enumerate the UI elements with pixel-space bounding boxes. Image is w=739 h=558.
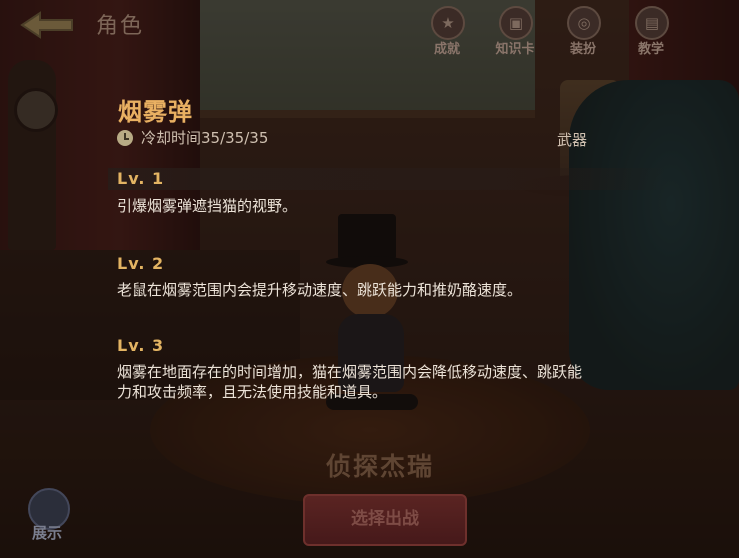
outfit-icon: ◎ [567, 6, 601, 40]
tutorial-button[interactable]: ▤ 教学 [622, 6, 680, 60]
back-arrow-icon [20, 11, 73, 39]
cooldown-row: 冷却时间35/35/35 [117, 127, 268, 148]
level-1-label: Lv. 1 [117, 169, 165, 188]
knowledge-card-icon: ▣ [499, 6, 533, 40]
show-label: 展示 [31, 524, 62, 542]
tutorial-icon: ▤ [635, 6, 669, 40]
cooldown-text: 冷却时间35/35/35 [141, 129, 269, 147]
achievement-button[interactable]: ★ 成就 [418, 6, 476, 60]
skill-type: 武器 [557, 131, 588, 149]
outfit-button[interactable]: ◎ 装扮 [554, 6, 612, 60]
knowledge-card-button[interactable]: ▣ 知识卡 [486, 6, 544, 60]
top-nav: ★ 成就 ▣ 知识卡 ◎ 装扮 ▤ 教学 [418, 6, 680, 60]
outfit-label: 装扮 [569, 42, 596, 57]
show-button[interactable]: 展示 [25, 488, 70, 544]
back-button[interactable] [18, 10, 76, 40]
clock-icon [117, 129, 133, 146]
level-2-label: Lv. 2 [117, 254, 165, 273]
page-title: 角色 [96, 14, 145, 39]
level-1-bar [108, 168, 668, 190]
level-2-desc: 老鼠在烟雾范围内会提升移动速度、跳跃能力和推奶酪速度。 [117, 281, 523, 299]
achievement-label: 成就 [433, 42, 460, 57]
skill-name: 烟雾弹 [118, 98, 193, 126]
character-name: 侦探杰瑞 [326, 452, 435, 481]
tutorial-label: 教学 [637, 42, 664, 57]
level-3-desc: 烟雾在地面存在的时间增加，猫在烟雾范围内会降低移动速度、跳跃能力和攻击频率，且无… [117, 363, 583, 401]
select-battle-button[interactable]: 选择出战 [303, 494, 467, 546]
knowledge-card-label: 知识卡 [495, 42, 535, 57]
level-1-desc: 引爆烟雾弹遮挡猫的视野。 [117, 197, 298, 215]
achievement-icon: ★ [431, 6, 465, 40]
level-3-label: Lv. 3 [117, 336, 165, 355]
